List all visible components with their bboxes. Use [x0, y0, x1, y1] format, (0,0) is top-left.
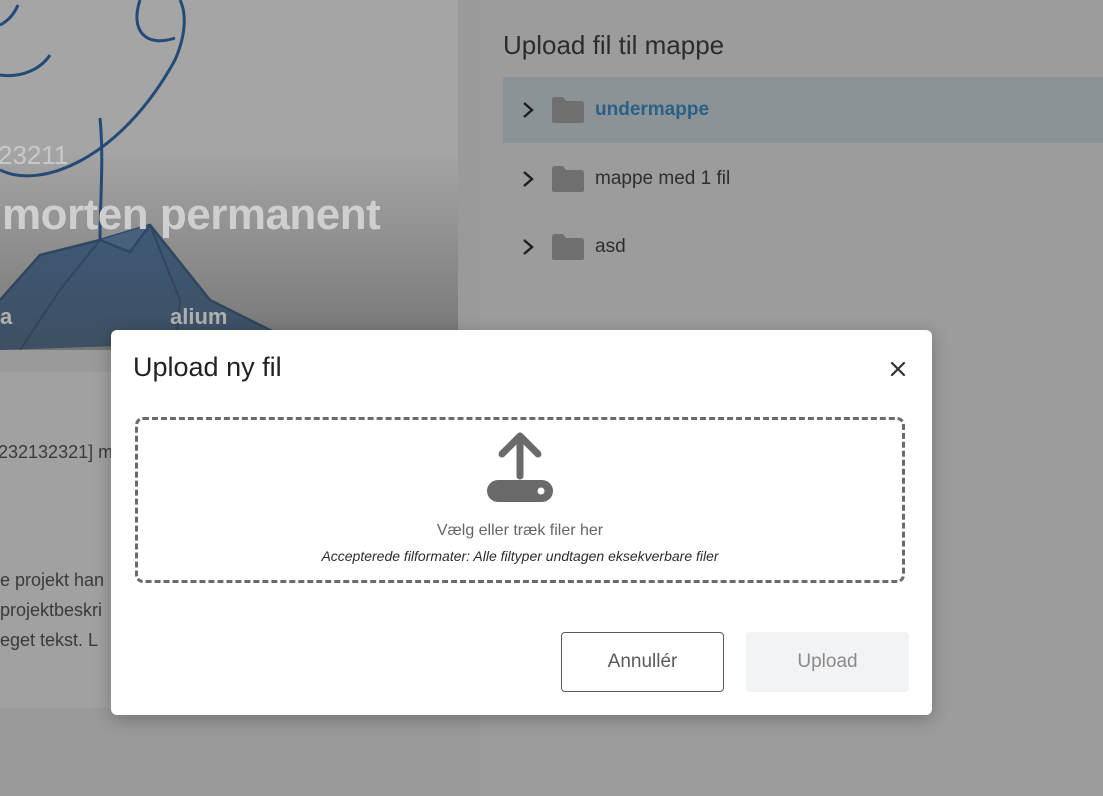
folder-item-mappe-med-1-fil[interactable]: mappe med 1 fil	[503, 146, 1103, 212]
hero-shade	[0, 150, 458, 350]
folder-icon	[552, 97, 584, 123]
project-description-line: e projekt han	[0, 570, 105, 590]
folder-label: asd	[595, 236, 626, 257]
upload-icon	[487, 432, 553, 502]
hero-caption-left: a	[0, 304, 13, 329]
accepted-formats-note: Accepterede filformater: Alle filtyper u…	[321, 548, 719, 564]
upload-button[interactable]: Upload	[746, 632, 909, 692]
chevron-right-icon[interactable]	[521, 170, 551, 188]
project-title: morten permanent	[2, 190, 381, 239]
close-icon[interactable]	[885, 356, 911, 382]
dropzone-instruction: Vælg eller træk filer her	[436, 522, 604, 539]
file-dropzone[interactable]: Vælg eller træk filer her Accepterede fi…	[135, 417, 905, 583]
folder-label: mappe med 1 fil	[595, 168, 731, 189]
folder-item-undermappe[interactable]: undermappe	[503, 77, 1103, 143]
folder-icon	[552, 234, 584, 260]
upload-file-dialog: Upload ny fil Vælg eller træk filer her …	[111, 330, 932, 715]
chevron-right-icon[interactable]	[521, 238, 551, 256]
project-id: 23211	[0, 140, 69, 170]
folder-item-asd[interactable]: asd	[503, 214, 1103, 280]
project-description-line: projektbeskri	[0, 600, 103, 620]
folder-panel-title: Upload fil til mappe	[503, 30, 725, 60]
chevron-right-icon[interactable]	[521, 101, 551, 119]
dialog-title: Upload ny fil	[133, 352, 282, 382]
hero-caption-right: alium	[170, 304, 228, 329]
folder-icon	[552, 166, 584, 192]
project-hero: 23211 morten permanent a alium	[0, 0, 458, 350]
project-id-line: 232132321] m	[0, 442, 114, 462]
project-description-line: eget tekst. L	[0, 630, 99, 650]
folder-label: undermappe	[595, 99, 710, 120]
close-button[interactable]	[885, 356, 911, 382]
cancel-button[interactable]: Annullér	[561, 632, 724, 692]
